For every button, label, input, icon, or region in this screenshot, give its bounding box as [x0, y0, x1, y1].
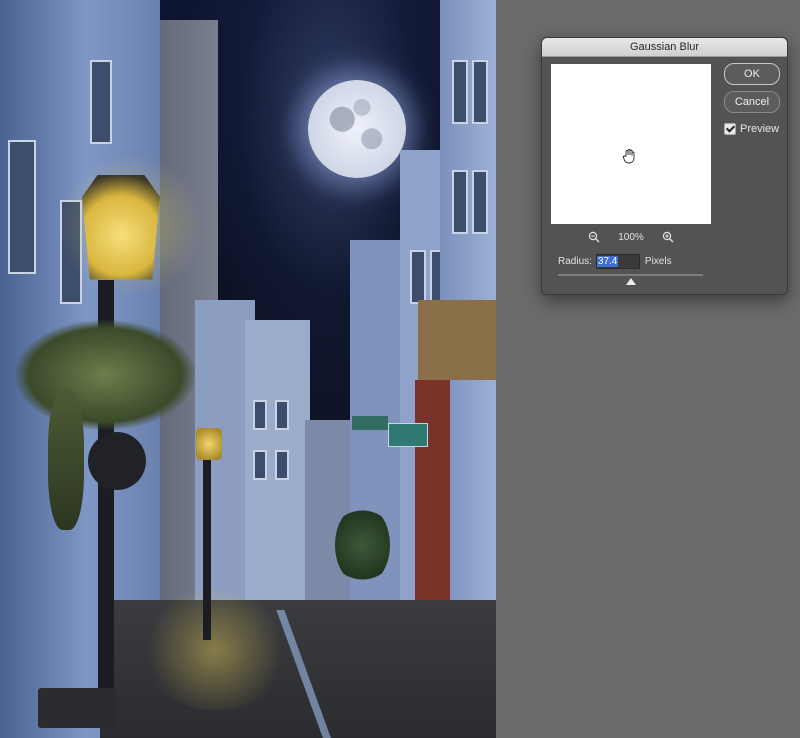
zoom-controls: 100%	[551, 229, 711, 245]
radius-slider-thumb[interactable]	[625, 278, 636, 285]
ok-button[interactable]: OK	[724, 63, 780, 85]
flower-basket	[15, 320, 195, 430]
preview-label: Preview	[740, 123, 780, 135]
tree	[335, 505, 390, 585]
zoom-in-icon[interactable]	[662, 231, 674, 243]
moon	[308, 80, 406, 178]
street-sign	[88, 432, 146, 490]
radius-row: Radius: 37.4 Pixels	[558, 253, 672, 269]
zoom-level: 100%	[618, 231, 644, 243]
building-facade	[418, 300, 496, 380]
radius-value: 37.4	[596, 255, 619, 267]
hand-icon	[622, 149, 635, 164]
zoom-out-icon[interactable]	[588, 231, 600, 243]
shopfront	[415, 380, 450, 610]
lamp-glow	[140, 590, 290, 710]
bench	[38, 688, 116, 728]
preview-checkbox[interactable]: Preview	[724, 122, 779, 136]
radius-slider-track[interactable]	[558, 274, 703, 276]
radius-label: Radius:	[558, 255, 592, 267]
shop-sign	[388, 423, 428, 447]
hanging-plants	[48, 390, 84, 530]
checkbox-checked[interactable]	[724, 123, 736, 135]
canvas-image[interactable]	[0, 0, 496, 738]
building	[245, 320, 310, 610]
dialog-title[interactable]: Gaussian Blur	[542, 38, 787, 57]
radius-input[interactable]: 37.4	[595, 253, 640, 269]
gaussian-blur-dialog: Gaussian Blur OK Cancel Preview 100% Rad…	[541, 37, 788, 295]
street-lamp	[82, 175, 160, 280]
radius-unit: Pixels	[644, 255, 672, 267]
lamp-post	[203, 460, 211, 640]
shop-sign	[352, 416, 388, 430]
cancel-button[interactable]: Cancel	[724, 91, 780, 113]
street-lamp	[196, 428, 222, 460]
preview-area[interactable]	[551, 64, 711, 224]
